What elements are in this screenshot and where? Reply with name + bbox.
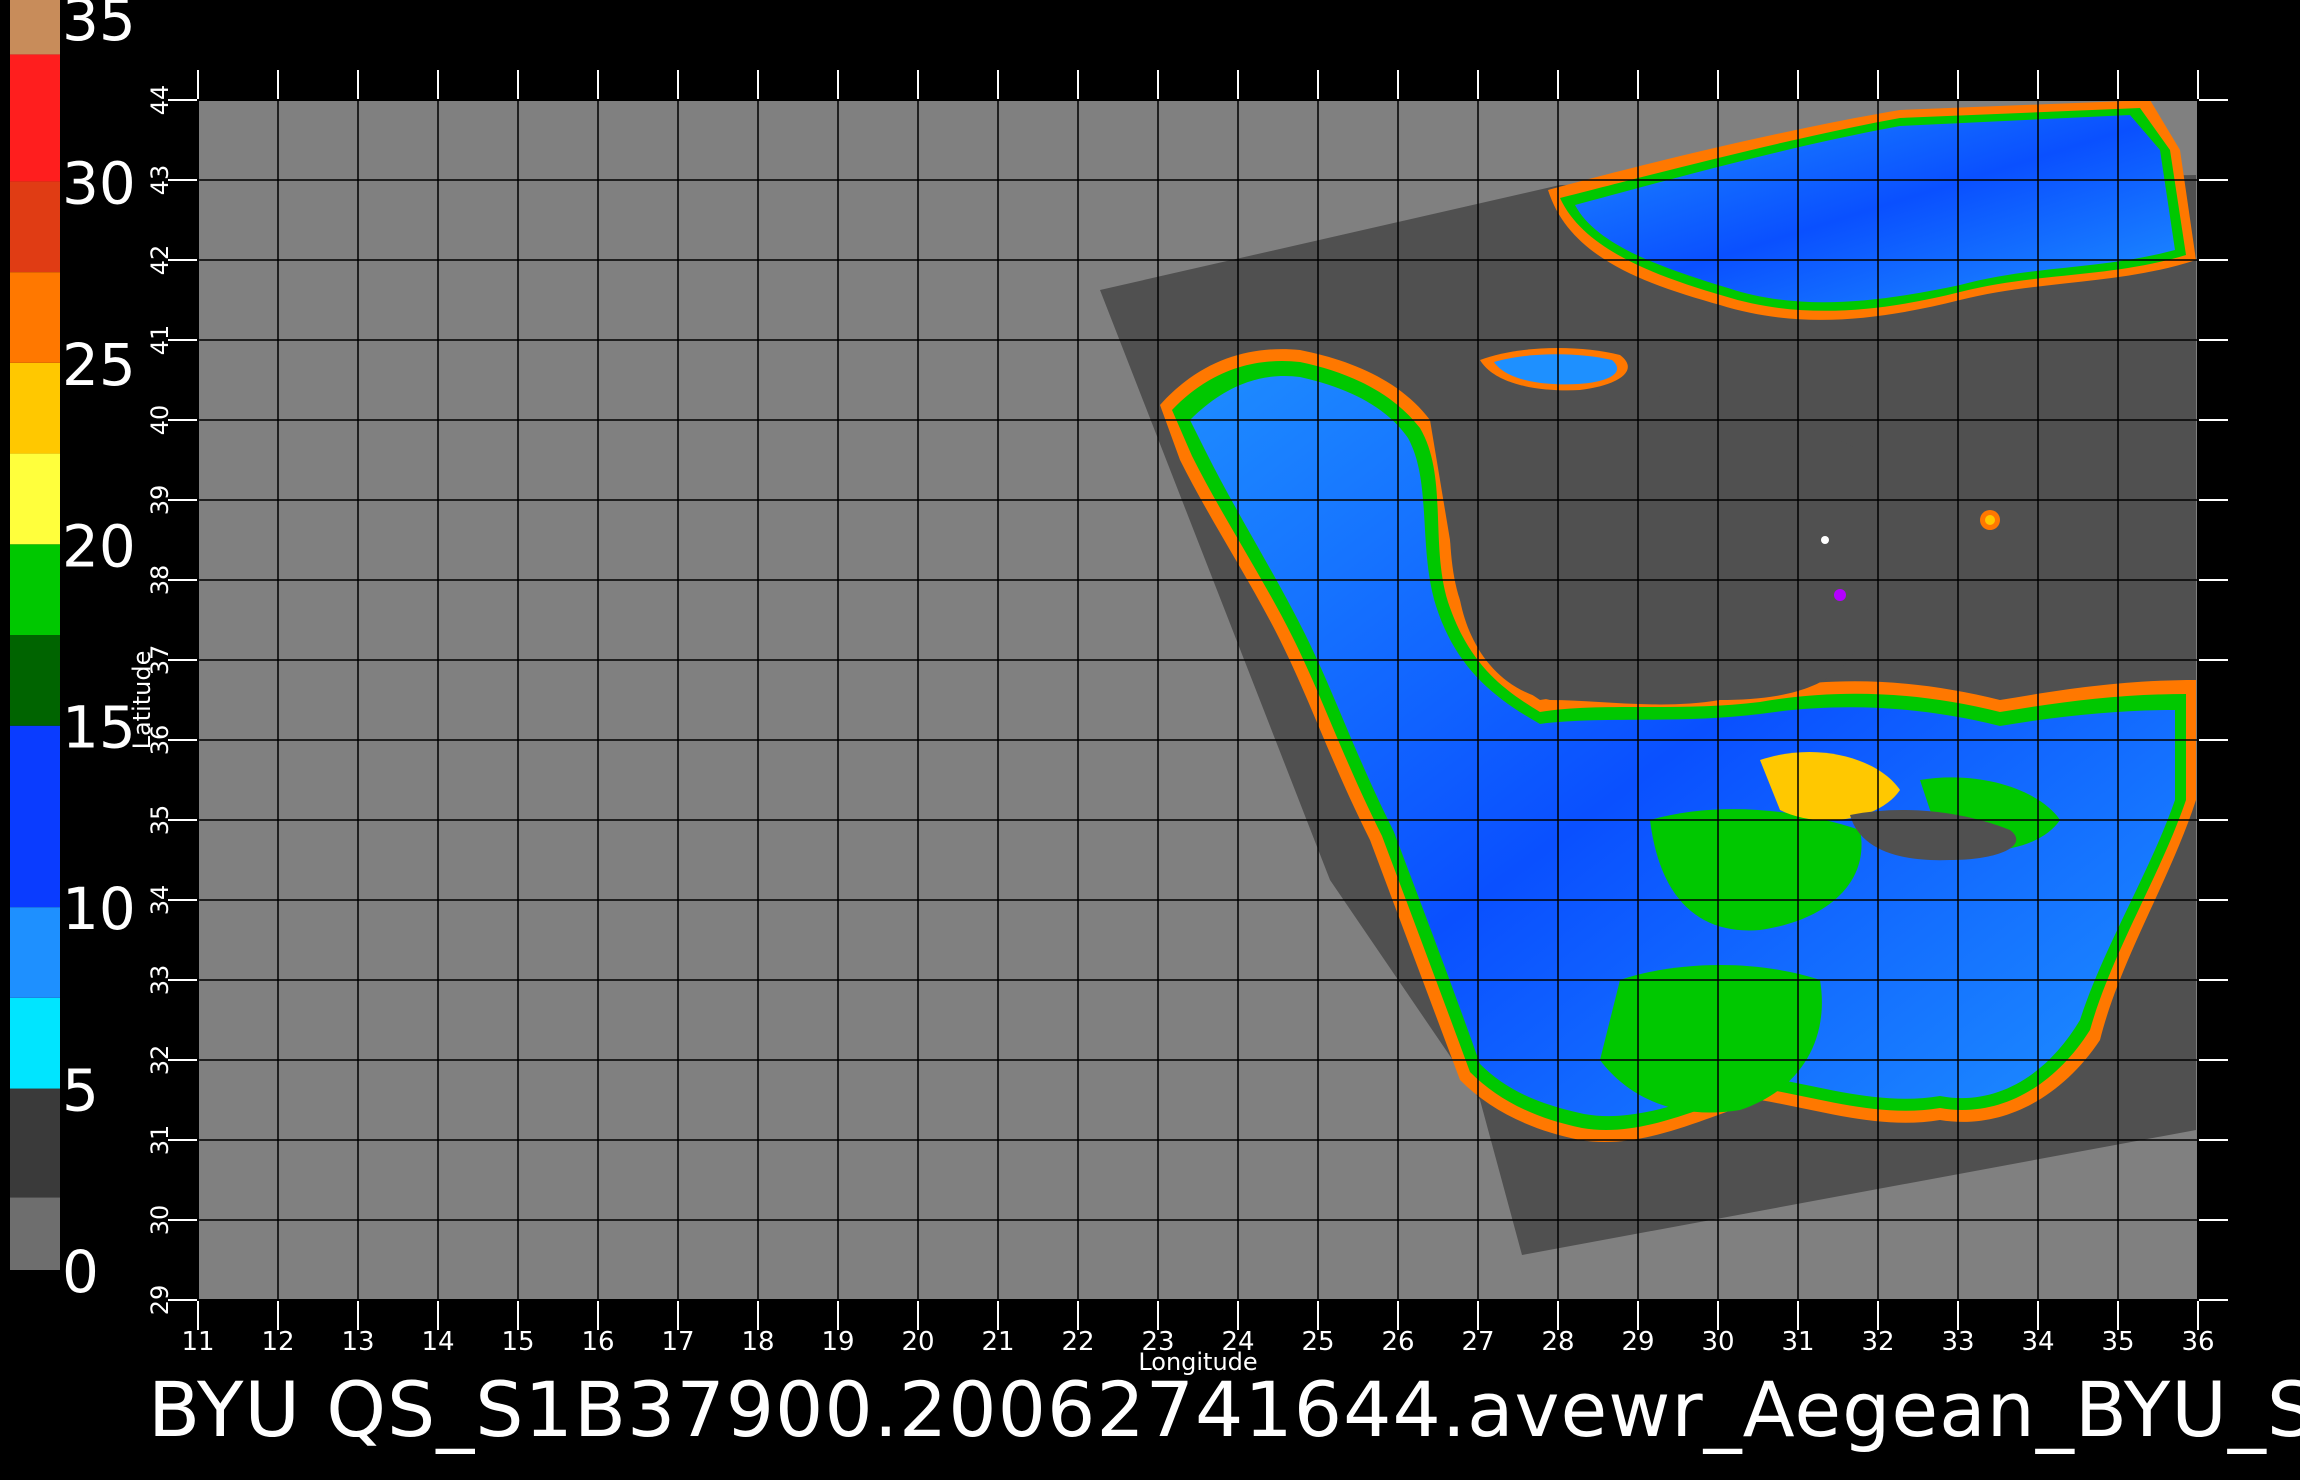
colorbar-label: 20 xyxy=(62,512,136,580)
x-tick-label: 19 xyxy=(821,1327,854,1357)
x-tick-label: 35 xyxy=(2101,1327,2134,1357)
x-tick-label: 32 xyxy=(1861,1327,1894,1357)
y-tick-label: 40 xyxy=(146,405,174,436)
x-tick-label: 22 xyxy=(1061,1327,1094,1357)
y-tick-label: 44 xyxy=(146,85,174,116)
x-tick-label: 30 xyxy=(1701,1327,1734,1357)
colorbar-segment xyxy=(10,1197,60,1270)
colorbar-label: 5 xyxy=(62,1057,99,1125)
colorbar-segment xyxy=(10,181,60,273)
x-tick-label: 34 xyxy=(2021,1327,2054,1357)
colorbar xyxy=(10,0,60,1270)
x-tick-label: 11 xyxy=(181,1327,214,1357)
colorbar-segment xyxy=(10,272,60,363)
colorbar-segment xyxy=(10,1088,60,1198)
x-tick-label: 36 xyxy=(2181,1327,2214,1357)
y-tick-label: 42 xyxy=(146,245,174,276)
colorbar-label: 25 xyxy=(62,331,136,399)
x-tick-label: 21 xyxy=(981,1327,1014,1357)
y-tick-label: 39 xyxy=(146,485,174,516)
x-tick-label: 12 xyxy=(261,1327,294,1357)
x-tick-label: 31 xyxy=(1781,1327,1814,1357)
y-tick-label: 38 xyxy=(146,565,174,596)
x-tick-label: 28 xyxy=(1541,1327,1574,1357)
x-tick-label: 16 xyxy=(581,1327,614,1357)
x-tick-label: 29 xyxy=(1621,1327,1654,1357)
colorbar-label: 15 xyxy=(62,694,136,762)
x-tick-label: 20 xyxy=(901,1327,934,1357)
x-tick-label: 13 xyxy=(341,1327,374,1357)
y-tick-label: 33 xyxy=(146,965,174,996)
x-tick-label: 14 xyxy=(421,1327,454,1357)
y-axis-label: Latitude xyxy=(128,651,156,750)
x-tick-label: 15 xyxy=(501,1327,534,1357)
colorbar-segment xyxy=(10,544,60,635)
image-caption: BYU QS_S1B37900.20062741644.avewr_Aegean… xyxy=(148,1365,2300,1454)
x-tick-label: 17 xyxy=(661,1327,694,1357)
colorbar-labels: 0 5 10 15 20 25 30 35 xyxy=(62,0,136,1306)
y-tick-label: 43 xyxy=(146,165,174,196)
y-tick-label: 29 xyxy=(146,1285,174,1316)
colorbar-segment xyxy=(10,54,60,182)
x-tick-label: 18 xyxy=(741,1327,774,1357)
y-tick-label: 34 xyxy=(146,885,174,916)
colorbar-label: 30 xyxy=(62,149,136,217)
colorbar-segment xyxy=(10,453,60,545)
colorbar-segment xyxy=(10,907,60,998)
colorbar-label: 0 xyxy=(62,1238,99,1306)
x-tick-label: 25 xyxy=(1301,1327,1334,1357)
wind-map-figure: 0 5 10 15 20 25 30 35 11 12 13 14 15 16 17 18 19 20 21 22 2… xyxy=(10,0,2228,1376)
colorbar-segment xyxy=(10,362,60,454)
y-tick-label: 30 xyxy=(146,1205,174,1236)
colorbar-label: 10 xyxy=(62,875,136,943)
y-tick-label: 32 xyxy=(146,1045,174,1076)
x-tick-label: 33 xyxy=(1941,1327,1974,1357)
colorbar-segment xyxy=(10,997,60,1089)
y-tick-label: 35 xyxy=(146,805,174,836)
x-tick-label: 26 xyxy=(1381,1327,1414,1357)
colorbar-segment xyxy=(10,0,60,55)
colorbar-label: 35 xyxy=(62,0,136,54)
y-tick-label: 31 xyxy=(146,1125,174,1156)
x-tick-label: 27 xyxy=(1461,1327,1494,1357)
y-tick-label: 41 xyxy=(146,325,174,356)
colorbar-segment xyxy=(10,635,60,726)
colorbar-segment xyxy=(10,725,60,908)
